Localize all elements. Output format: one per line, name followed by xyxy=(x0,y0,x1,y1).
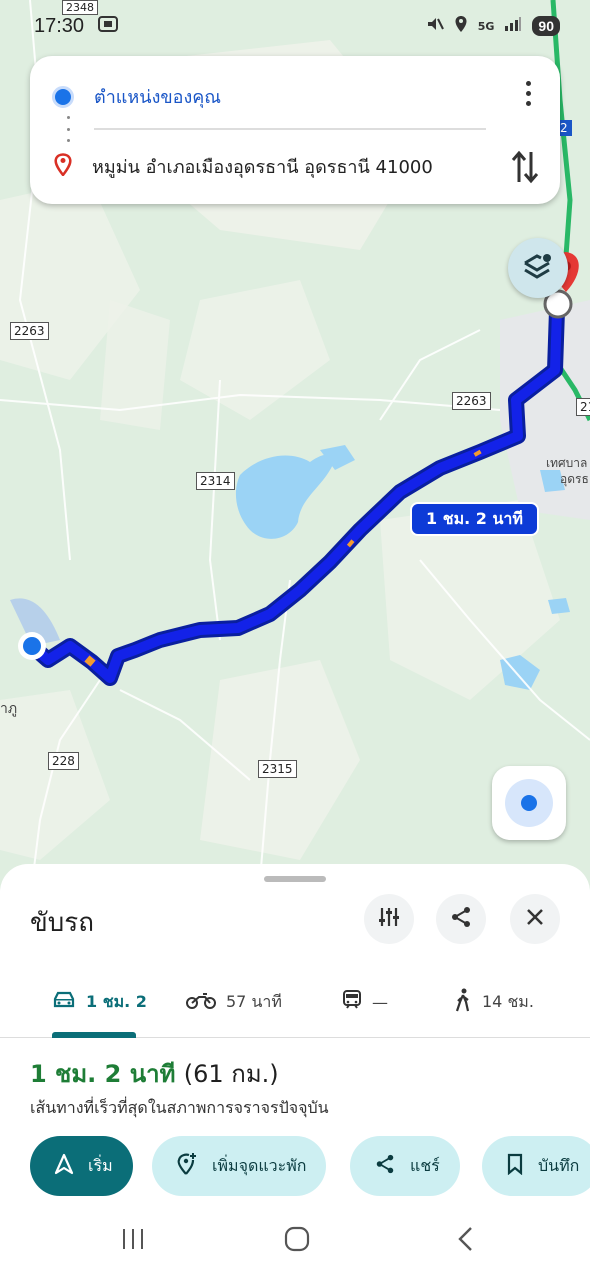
add-stop-label: เพิ่มจุดแวะพัก xyxy=(212,1155,307,1175)
road-shield: 2263 xyxy=(10,322,49,340)
tab-motorcycle-label: 57 นาที xyxy=(226,991,282,1011)
road-shield: 228 xyxy=(48,752,79,770)
signal-icon xyxy=(504,16,522,36)
route-options-button[interactable] xyxy=(364,894,414,944)
destination-field[interactable]: หมูม่น อำเภอเมืองอุดรธานี อุดรธานี 41000 xyxy=(54,152,433,181)
place-label: อุดรธ xyxy=(560,472,589,486)
place-label: าภู xyxy=(0,701,18,717)
directions-card: ตำแหน่งของคุณ หมูม่น อำเภอเมืองอุดรธานี … xyxy=(30,56,560,204)
share-icon xyxy=(374,1153,396,1179)
route-time: 1 ชม. 2 นาที xyxy=(30,1060,176,1088)
road-shield: 2263 xyxy=(452,392,491,410)
back-button[interactable] xyxy=(450,1226,480,1256)
screenshot-icon xyxy=(98,15,119,37)
tab-walk-label: 14 ชม. xyxy=(482,991,534,1011)
road-shield: 2315 xyxy=(258,760,297,778)
close-button[interactable] xyxy=(510,894,560,944)
more-options-button[interactable] xyxy=(516,78,540,108)
navigation-arrow-icon xyxy=(54,1153,74,1179)
destination-text: หมูม่น อำเภอเมืองอุดรธานี อุดรธานี 41000 xyxy=(92,157,433,178)
road-shield: 2314 xyxy=(196,472,235,490)
destination-pin-icon xyxy=(54,152,72,181)
save-label: บันทึก xyxy=(538,1155,580,1175)
start-button[interactable]: เริ่ม xyxy=(30,1136,133,1196)
motorcycle-icon xyxy=(186,990,216,1014)
route-distance: (61 กม.) xyxy=(183,1060,279,1088)
share-icon xyxy=(449,905,473,933)
route-description: เส้นทางที่เร็วที่สุดในสภาพการจราจรปัจจุบ… xyxy=(30,1098,329,1117)
tab-motorcycle[interactable]: 57 นาที xyxy=(186,982,282,1022)
status-bar: 17:30 5G 90 xyxy=(0,0,590,52)
active-tab-indicator xyxy=(52,1032,136,1038)
start-label: เริ่ม xyxy=(88,1155,113,1175)
my-location-icon xyxy=(505,779,553,827)
my-location-button[interactable] xyxy=(492,766,566,840)
bookmark-icon xyxy=(506,1153,524,1179)
system-nav-bar xyxy=(0,1204,590,1280)
tab-walk[interactable]: 14 ชม. xyxy=(454,982,534,1022)
battery-indicator: 90 xyxy=(532,16,560,36)
location-icon xyxy=(454,15,468,37)
car-icon xyxy=(52,990,76,1014)
sliders-icon xyxy=(377,905,401,933)
walk-icon xyxy=(454,988,472,1016)
share-label: แชร์ xyxy=(410,1155,440,1175)
road-shield: 21 xyxy=(576,398,590,416)
tab-transit[interactable]: — xyxy=(342,982,388,1022)
divider xyxy=(94,128,486,130)
drag-handle[interactable] xyxy=(264,876,326,882)
layers-icon xyxy=(521,249,555,287)
recent-apps-button[interactable] xyxy=(118,1226,148,1256)
share-button[interactable]: แชร์ xyxy=(350,1136,460,1196)
origin-text: ตำแหน่งของคุณ xyxy=(94,87,222,108)
layers-button[interactable] xyxy=(508,238,568,298)
origin-field[interactable]: ตำแหน่งของคุณ xyxy=(52,82,222,111)
mute-icon xyxy=(426,15,444,37)
save-button[interactable]: บันทึก xyxy=(482,1136,590,1196)
your-location-icon xyxy=(52,85,74,108)
swap-icon[interactable] xyxy=(510,148,540,186)
tab-transit-label: — xyxy=(372,992,388,1012)
tab-drive[interactable]: 1 ชม. 2 xyxy=(52,982,147,1022)
travel-mode-tabs: 1 ชม. 2 57 นาที — 14 ชม. xyxy=(0,974,590,1038)
share-route-button[interactable] xyxy=(436,894,486,944)
home-button[interactable] xyxy=(282,1226,312,1256)
route-duration-label[interactable]: 1 ชม. 2 นาที xyxy=(410,502,539,536)
tab-drive-label: 1 ชม. 2 xyxy=(86,991,147,1011)
route-summary: 1 ชม. 2 นาที (61 กม.) xyxy=(30,1054,279,1093)
route-connector xyxy=(66,116,70,142)
back-icon xyxy=(456,1226,474,1256)
sheet-title: ขับรถ xyxy=(30,908,94,938)
close-icon xyxy=(525,907,545,931)
action-buttons: เริ่ม เพิ่มจุดแวะพัก แชร์ บันทึก xyxy=(30,1136,590,1198)
train-icon xyxy=(342,989,362,1015)
status-time: 17:30 xyxy=(34,14,85,37)
network-type: 5G xyxy=(477,19,495,33)
recent-apps-icon xyxy=(120,1227,146,1255)
home-icon xyxy=(284,1226,310,1256)
add-location-icon xyxy=(176,1152,198,1180)
add-stop-button[interactable]: เพิ่มจุดแวะพัก xyxy=(152,1136,327,1196)
